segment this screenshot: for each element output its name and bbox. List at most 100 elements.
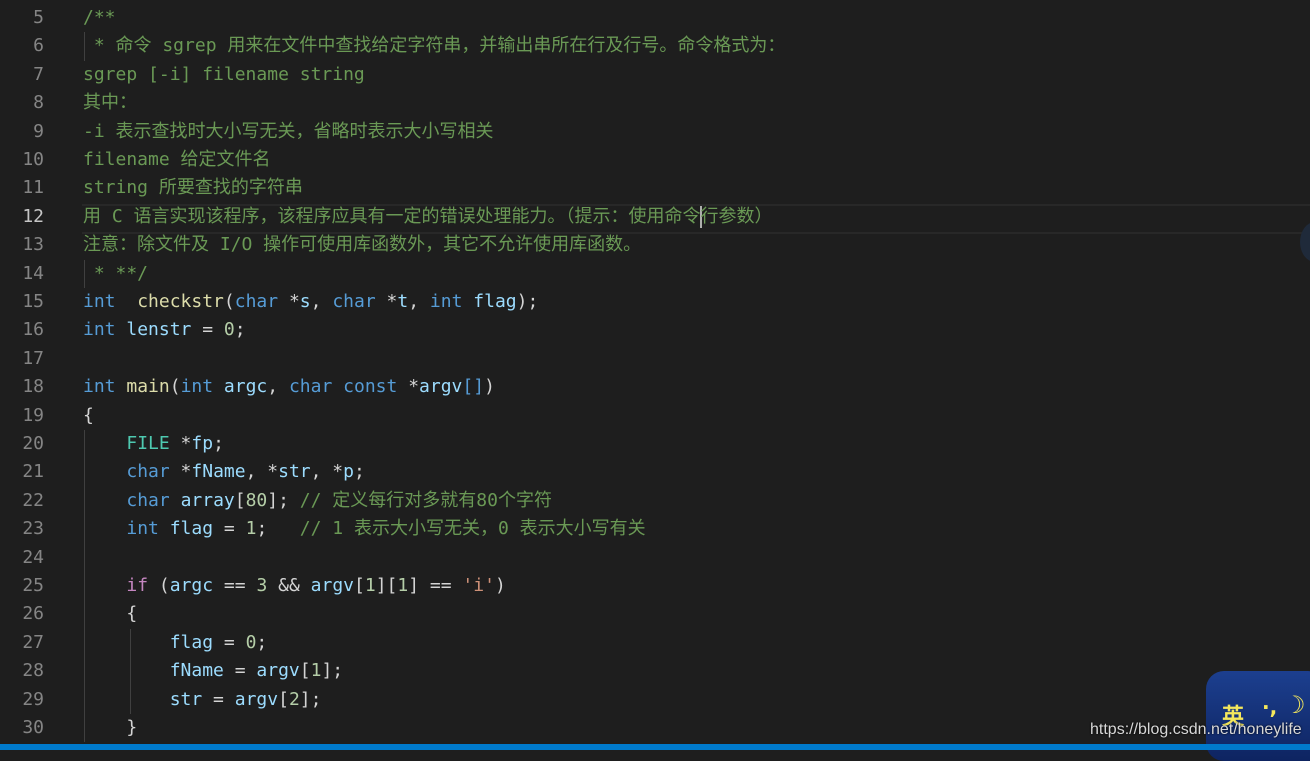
- code-line[interactable]: 22 char array[80]; // 定义每行对多就有80个字符: [0, 487, 1310, 515]
- code-line[interactable]: 8 其中：: [0, 89, 1310, 117]
- code-token: *: [169, 461, 192, 483]
- code-line[interactable]: 16 int lenstr = 0;: [0, 316, 1310, 344]
- code-line[interactable]: 10 filename 给定文件名: [0, 146, 1310, 174]
- code-token: (: [223, 291, 235, 312]
- code-token: =: [213, 631, 246, 653]
- code-token: str: [169, 688, 203, 710]
- line-code: /**: [83, 4, 116, 32]
- code-token: (: [169, 376, 181, 398]
- code-token: ;: [353, 461, 365, 483]
- line-number: 24: [22, 546, 44, 568]
- code-line[interactable]: 26 {: [0, 600, 1310, 628]
- code-token: ;: [256, 518, 300, 540]
- line-code: }: [83, 714, 137, 742]
- code-token: char: [126, 489, 170, 511]
- code-line[interactable]: 21 char *fName, *str, *p;: [0, 458, 1310, 486]
- line-code: string 所要查找的字符串: [83, 174, 303, 202]
- code-editor[interactable]: 5 /** 6 * 命令 sgrep 用来在文件中查找给定字符串，并输出串所在行及行…: [0, 0, 1310, 744]
- code-token: 2: [288, 688, 300, 710]
- code-line[interactable]: 6 * 命令 sgrep 用来在文件中查找给定字符串，并输出串所在行及行号。命令…: [0, 32, 1310, 60]
- code-token: *: [278, 291, 300, 312]
- code-token: =: [202, 688, 235, 710]
- code-token: ,: [408, 291, 430, 312]
- code-line[interactable]: 23 int flag = 1; // 1 表示大小写无关，0 表示大小写有关: [0, 515, 1310, 543]
- code-line[interactable]: 18 int main(int argc, char const *argv[]): [0, 373, 1310, 401]
- code-token: array: [180, 489, 235, 511]
- code-line[interactable]: 5 /**: [0, 4, 1310, 32]
- code-token: 其中：: [83, 92, 137, 114]
- code-token: ;: [213, 433, 224, 454]
- code-line[interactable]: 11 string 所要查找的字符串: [0, 174, 1310, 202]
- moon-icon: ☽: [1284, 691, 1306, 719]
- code-token: 0: [223, 319, 235, 341]
- code-token: argc: [223, 376, 268, 398]
- code-token: *: [397, 376, 420, 398]
- code-token: t: [397, 291, 409, 312]
- code-token: 'i': [462, 575, 495, 596]
- line-code: char *fName, *str, *p;: [83, 458, 365, 486]
- code-token: 1: [364, 575, 376, 596]
- status-bar[interactable]: [0, 744, 1310, 750]
- code-line[interactable]: 13 注意：除文件及 I/O 操作可使用库函数外，其它不允许使用库函数。: [0, 231, 1310, 259]
- code-token: 用 C 语言实现该程序，该程序应具有一定的错误处理能力。（提示：使用命令: [83, 205, 701, 227]
- code-line[interactable]: 20 FILE *fp;: [0, 430, 1310, 458]
- code-token: &&: [267, 575, 311, 596]
- line-number: 15: [22, 291, 44, 312]
- ime-punctuation-icon: ·,: [1262, 695, 1278, 719]
- line-code: sgrep [-i] filename string: [83, 61, 365, 89]
- code-token: flag: [169, 631, 214, 653]
- code-token: // 1 表示大小写无关，0 表示大小写有关: [299, 518, 646, 540]
- code-token: sgrep [-i] filename string: [83, 63, 365, 85]
- code-token: =: [191, 319, 224, 341]
- line-code: {: [83, 600, 137, 628]
- code-token: 1: [310, 660, 322, 682]
- code-line[interactable]: 24: [0, 544, 1310, 572]
- code-line[interactable]: 9 -i 表示查找时大小写无关，省略时表示大小写相关: [0, 118, 1310, 146]
- code-line[interactable]: 27 flag = 0;: [0, 629, 1310, 657]
- code-token: [: [234, 489, 246, 511]
- line-code: -i 表示查找时大小写无关，省略时表示大小写相关: [83, 118, 494, 146]
- line-number: 16: [22, 319, 44, 341]
- indent-guide: [84, 32, 85, 61]
- line-code: char array[80]; // 定义每行对多就有80个字符: [83, 487, 552, 515]
- code-token: ): [494, 575, 506, 596]
- line-number: 27: [22, 631, 44, 653]
- code-token: 3: [256, 575, 268, 596]
- code-token: FILE: [126, 433, 170, 454]
- line-number: 19: [22, 404, 44, 426]
- line-number: 12: [22, 205, 44, 227]
- line-code: if (argc == 3 && argv[1][1] == 'i'): [83, 572, 506, 600]
- line-number: 6: [33, 35, 44, 57]
- line-code: filename 给定文件名: [83, 146, 271, 174]
- code-line[interactable]: 19 {: [0, 402, 1310, 430]
- code-line[interactable]: 29 str = argv[2];: [0, 686, 1310, 714]
- code-token: char: [234, 291, 279, 312]
- code-line[interactable]: 12 用 C 语言实现该程序，该程序应具有一定的错误处理能力。（提示：使用命令行参…: [0, 203, 1310, 234]
- line-number: 26: [22, 603, 44, 625]
- code-line[interactable]: 15 int checkstr(char *s, char *t, int fla…: [0, 288, 1310, 316]
- code-line[interactable]: 7 sgrep [-i] filename string: [0, 61, 1310, 89]
- code-line[interactable]: 28 fName = argv[1];: [0, 657, 1310, 685]
- indent-guide: [84, 430, 85, 743]
- line-number: 25: [22, 575, 44, 596]
- code-token: lenstr: [126, 319, 192, 341]
- code-token: char: [288, 376, 333, 398]
- code-token: filename 给定文件名: [83, 149, 271, 170]
- line-number: 9: [33, 120, 44, 142]
- code-token: const: [343, 376, 398, 398]
- code-line[interactable]: 14 * **/: [0, 260, 1310, 288]
- line-number: 13: [22, 234, 44, 256]
- code-line[interactable]: 25 if (argc == 3 && argv[1][1] == 'i'): [0, 572, 1310, 600]
- code-token: argc: [169, 575, 214, 596]
- line-number: 14: [22, 262, 44, 284]
- code-token: , *: [245, 461, 279, 483]
- code-line[interactable]: 17: [0, 345, 1310, 373]
- code-token: ): [484, 376, 495, 398]
